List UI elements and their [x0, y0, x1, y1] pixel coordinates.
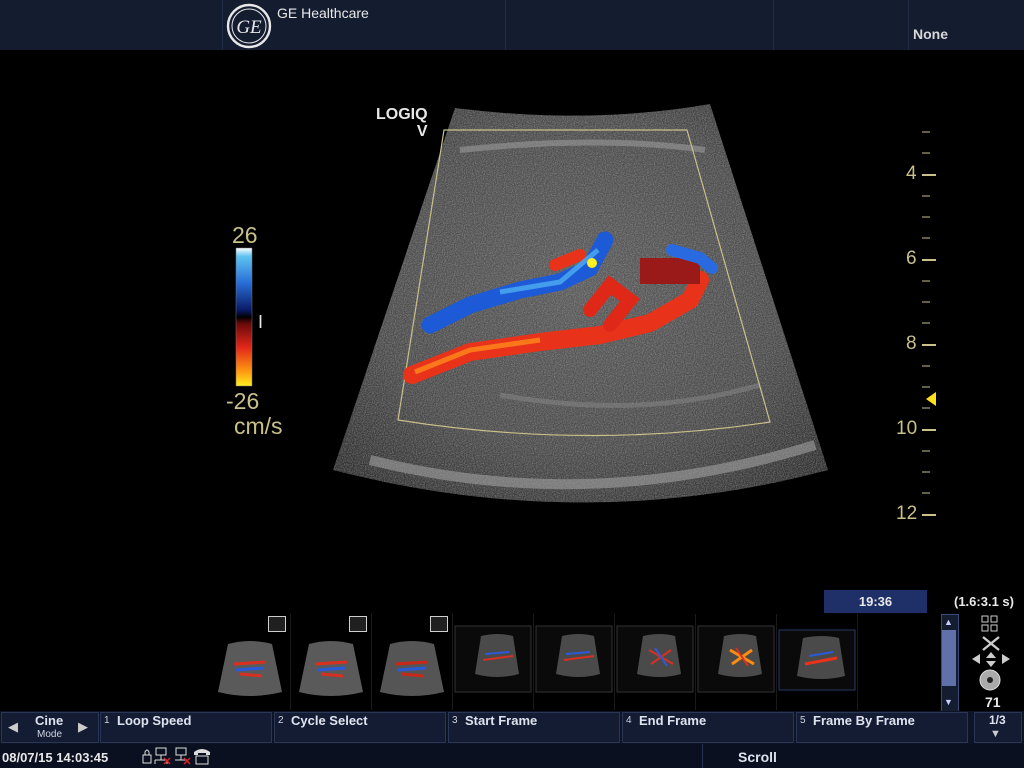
ge-logo-icon: GE: [226, 3, 272, 49]
doppler-aliasing: [587, 258, 597, 268]
scan-speckle: [333, 104, 828, 503]
thumbnail-image: [535, 625, 613, 693]
color-scale-bar: [235, 247, 253, 387]
company-name: GE Healthcare: [277, 5, 369, 21]
header-cell-preset: [908, 0, 1024, 50]
thumbnail-image: [616, 625, 694, 693]
thumbnail-2[interactable]: [291, 614, 372, 710]
preset-label: None: [913, 26, 948, 42]
device-label: LOGIQ V: [376, 106, 428, 140]
thumbnail-6[interactable]: [615, 614, 696, 710]
network-icon-2: [175, 747, 191, 765]
move-arrows-icon[interactable]: [970, 650, 1012, 668]
cine-mode-sub: Mode: [37, 729, 63, 740]
ultrasound-image[interactable]: [0, 50, 1024, 610]
depth-label-6: 6: [906, 248, 917, 269]
softkey-4-number: 4: [626, 715, 632, 726]
thumbnail-8[interactable]: [777, 614, 858, 710]
depth-label-4: 4: [906, 163, 917, 184]
lock-icon: [142, 749, 152, 764]
page-down-icon[interactable]: ▼: [990, 728, 1001, 740]
scrollbar-thumb[interactable]: [942, 630, 956, 686]
focus-marker-icon[interactable]: [926, 392, 936, 406]
date-time: 08/07/15 14:03:45: [2, 750, 109, 765]
color-scale-unit: cm/s: [234, 413, 283, 439]
thumbnail-image: [697, 625, 775, 693]
depth-ruler: [922, 131, 936, 516]
depth-label-8: 8: [906, 333, 917, 354]
start-frame-label: Start Frame: [465, 713, 538, 728]
softkey-5-number: 5: [800, 715, 806, 726]
thumbnail-1[interactable]: [210, 614, 291, 710]
softkey-1-number: 1: [104, 715, 110, 726]
depth-label-10: 10: [896, 418, 918, 439]
doppler-flow-red-block: [640, 258, 700, 284]
color-scale-zero: I: [258, 312, 264, 332]
cine-range: (1.6:3.1 s): [954, 594, 1014, 609]
network-icon: [154, 747, 171, 765]
system-status-icons: [142, 747, 210, 765]
thumbnail-image: [778, 629, 856, 691]
cine-mode-label: Cine: [35, 713, 64, 728]
cine-time: 19:36: [858, 594, 893, 609]
cycle-select-label: Cycle Select: [291, 713, 368, 728]
status-divider: [702, 744, 703, 768]
film-icon: [268, 616, 286, 632]
thumbnail-image: [454, 625, 532, 693]
device-label-line2: V: [416, 123, 428, 140]
thumbnail-4[interactable]: [453, 614, 534, 710]
softkey-2-number: 2: [278, 715, 284, 726]
end-frame-label: End Frame: [639, 713, 707, 728]
frame-count: 71: [985, 694, 1001, 710]
device-label-line1: LOGIQ: [376, 106, 428, 123]
film-icon: [349, 616, 367, 632]
header-cell-empty-1: [505, 0, 774, 50]
color-scale-max: 26: [232, 222, 258, 248]
grid-icon[interactable]: [980, 614, 1000, 634]
film-icon: [430, 616, 448, 632]
phone-icon: [194, 749, 210, 765]
disc-icon[interactable]: [978, 668, 1002, 692]
thumbnail-3[interactable]: [372, 614, 453, 710]
logo-text: GE: [236, 17, 262, 38]
color-scale-min: -26: [226, 388, 260, 414]
depth-label-12: 12: [896, 503, 918, 524]
thumbnail-5[interactable]: [534, 614, 615, 710]
scroll-up-icon[interactable]: ▲: [944, 617, 953, 627]
thumbnail-7[interactable]: [696, 614, 777, 710]
cine-prev-icon[interactable]: ◀: [8, 719, 18, 735]
page-indicator: 1/3: [989, 713, 1006, 727]
cine-next-icon[interactable]: ▶: [78, 719, 88, 735]
softkey-3-number: 3: [452, 715, 458, 726]
trackball-scroll-label: Scroll: [738, 749, 777, 765]
header-cell-empty-2: [773, 0, 909, 50]
frame-by-frame-label: Frame By Frame: [813, 713, 915, 728]
loop-speed-label: Loop Speed: [117, 713, 192, 728]
scroll-down-icon[interactable]: ▼: [944, 697, 953, 707]
